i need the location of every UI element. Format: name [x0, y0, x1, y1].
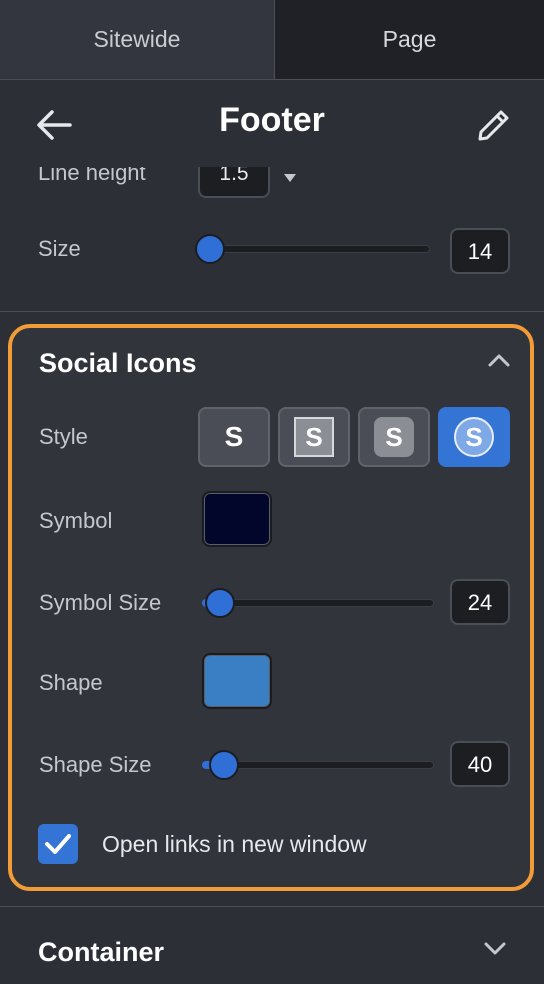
- style-option-rounded[interactable]: S: [358, 407, 430, 467]
- pencil-icon[interactable]: [474, 105, 514, 145]
- shape-color-swatch[interactable]: [202, 653, 272, 709]
- chevron-up-icon[interactable]: [486, 348, 512, 374]
- chevron-down-icon[interactable]: [482, 935, 508, 961]
- style-rounded-glyph: S: [374, 417, 414, 457]
- container-section[interactable]: Container: [0, 906, 544, 984]
- open-new-window-label[interactable]: Open links in new window: [102, 831, 367, 858]
- panel-header: Footer: [0, 81, 544, 167]
- symbol-color-swatch[interactable]: [202, 491, 272, 547]
- social-icons-section: Social Icons Style S S S S Symbol Symbol…: [8, 324, 534, 891]
- section-title: Social Icons: [39, 348, 197, 378]
- dropdown-caret-icon[interactable]: [284, 174, 296, 182]
- shape-size-label: Shape Size: [39, 752, 152, 777]
- typography-section: Line height 1.5 Size 14: [0, 160, 544, 312]
- symbol-size-input[interactable]: 24: [450, 579, 510, 625]
- style-plain-glyph: S: [224, 421, 244, 452]
- symbol-label: Symbol: [39, 508, 113, 533]
- page-title: Footer: [219, 101, 325, 139]
- symbol-size-label: Symbol Size: [39, 590, 162, 615]
- style-circle-glyph: S: [454, 417, 494, 457]
- tab-bar: Sitewide Page: [0, 0, 544, 80]
- slider-track: [202, 599, 434, 607]
- style-option-plain[interactable]: S: [198, 407, 270, 467]
- symbol-size-slider[interactable]: [202, 588, 434, 618]
- slider-track: [198, 245, 430, 253]
- slider-thumb[interactable]: [195, 234, 225, 264]
- style-options: S S S S: [198, 407, 510, 467]
- section-title: Container: [38, 937, 165, 967]
- open-new-window-checkbox[interactable]: [38, 824, 78, 864]
- tab-page[interactable]: Page: [275, 0, 544, 79]
- style-option-square[interactable]: S: [278, 407, 350, 467]
- slider-thumb[interactable]: [205, 588, 235, 618]
- style-label: Style: [39, 424, 88, 449]
- tab-sitewide[interactable]: Sitewide: [0, 0, 275, 79]
- shape-label: Shape: [39, 670, 103, 695]
- size-slider[interactable]: [195, 234, 430, 264]
- style-option-circle[interactable]: S: [438, 407, 510, 467]
- size-label: Size: [38, 236, 81, 261]
- shape-size-slider[interactable]: [202, 750, 434, 780]
- check-icon: [45, 834, 71, 854]
- style-square-glyph: S: [294, 417, 334, 457]
- shape-size-input[interactable]: 40: [450, 741, 510, 787]
- size-value-input[interactable]: 14: [450, 228, 510, 274]
- slider-thumb[interactable]: [209, 750, 239, 780]
